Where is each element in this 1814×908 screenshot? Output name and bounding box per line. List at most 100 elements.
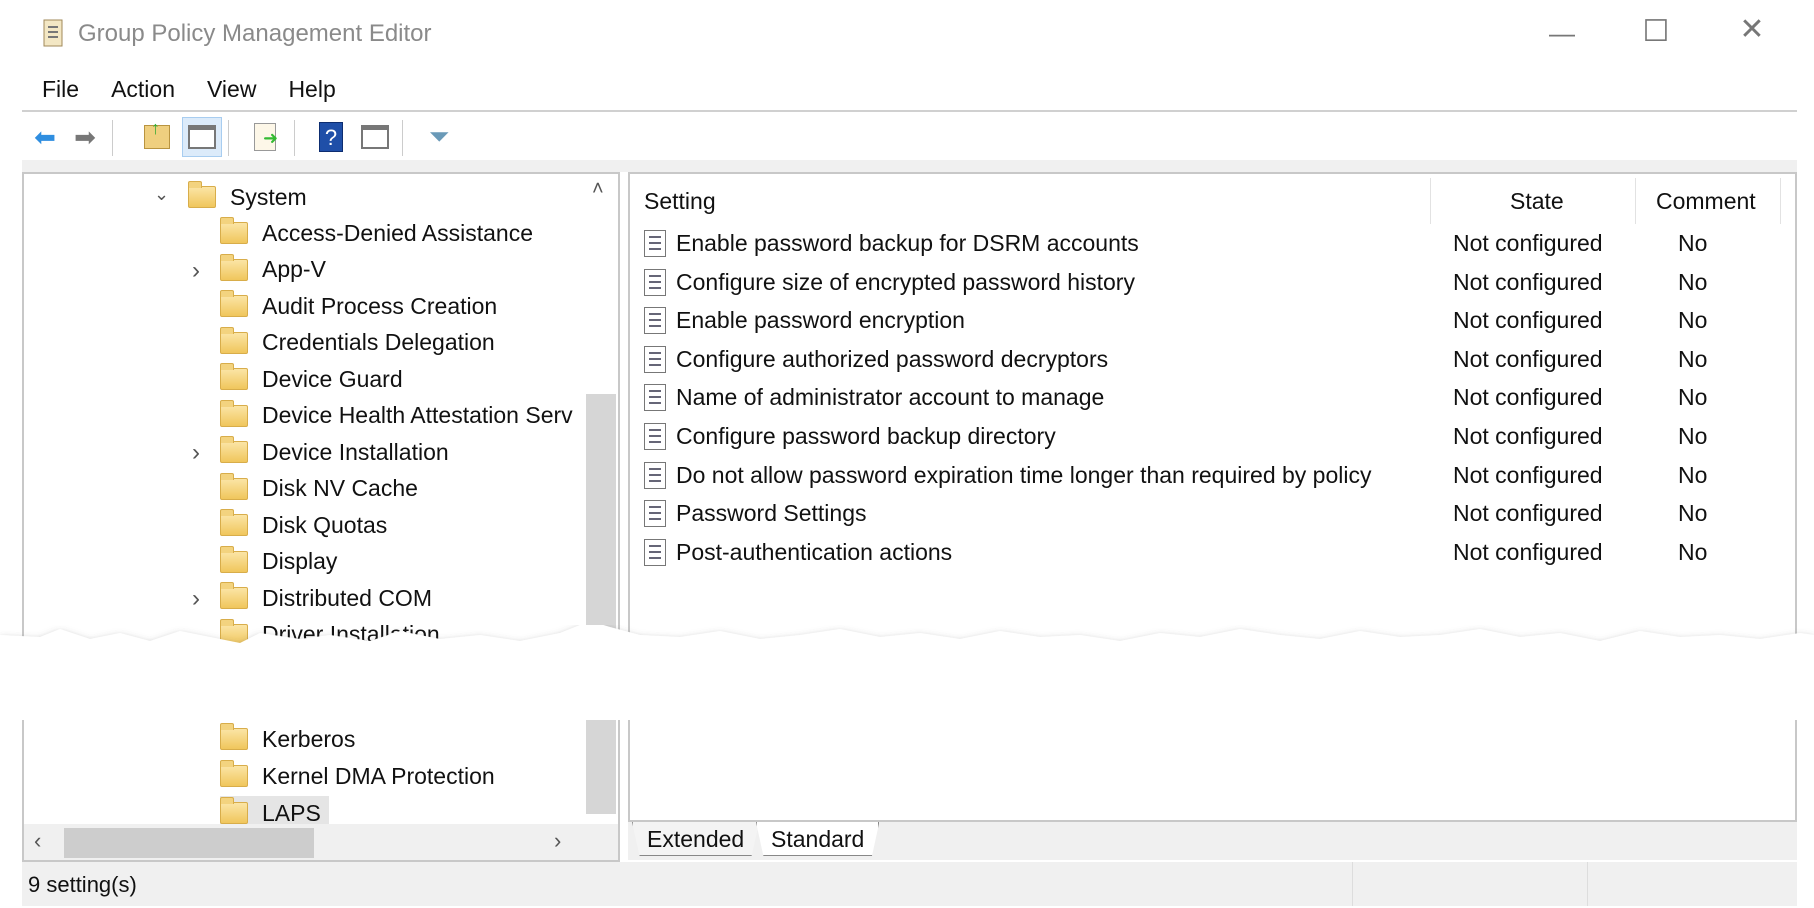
tree-item[interactable]: Access-Denied Assistance (220, 216, 533, 250)
tree-item[interactable]: Audit Process Creation (220, 289, 497, 323)
table-row[interactable]: Do not allow password expiration time lo… (630, 458, 1790, 494)
tree-label: Access-Denied Assistance (262, 219, 534, 246)
forward-icon[interactable]: ➡ (68, 120, 102, 154)
setting-state: Not configured (1453, 230, 1603, 256)
maximize-button[interactable]: ☐ (1636, 14, 1676, 49)
torn-edge-break (0, 625, 1814, 720)
menu-view[interactable]: View (207, 76, 256, 103)
chevron-right-icon[interactable]: › (192, 257, 200, 285)
menu-file[interactable]: File (42, 76, 79, 103)
show-hide-tree-icon[interactable] (182, 117, 222, 157)
policy-setting-icon (644, 461, 666, 489)
tab-standard[interactable]: Standard (756, 822, 880, 856)
up-folder-icon[interactable]: ↑ (140, 118, 174, 154)
table-row[interactable]: Enable password encryption Not configured… (630, 303, 1790, 339)
table-row[interactable]: Configure password backup directory Not c… (630, 419, 1790, 455)
folder-icon (220, 545, 248, 573)
setting-comment: No (1678, 307, 1708, 334)
setting-state: Not configured (1453, 500, 1603, 527)
menu-action[interactable]: Action (111, 76, 175, 103)
chevron-right-icon[interactable]: › (192, 585, 200, 613)
tree-item[interactable]: Device Installation (220, 435, 449, 469)
app-scroll-icon (43, 19, 63, 47)
scroll-up-icon[interactable]: ˄ (592, 178, 604, 201)
folder-icon (220, 326, 248, 354)
setting-comment: No (1678, 268, 1708, 295)
tree-label: Kerberos (262, 725, 356, 752)
menu-help[interactable]: Help (288, 76, 335, 103)
table-row[interactable]: Name of administrator account to manage N… (630, 380, 1790, 416)
tree-item[interactable]: Display (220, 545, 337, 579)
tree-label: Kernel DMA Protection (262, 762, 495, 789)
tree-label: Device Installation (262, 438, 449, 465)
folder-icon (220, 760, 248, 787)
tab-extended[interactable]: Extended (632, 822, 760, 856)
setting-state: Not configured (1453, 461, 1603, 488)
setting-comment: No (1678, 538, 1708, 565)
tree-item[interactable]: App-V (220, 253, 326, 287)
column-header-setting[interactable]: Setting (644, 188, 716, 215)
setting-name: Configure password backup directory (676, 423, 1056, 449)
tree-item[interactable]: Device Health Attestation Serv (220, 399, 573, 433)
tree-item[interactable]: Device Guard (220, 362, 403, 396)
table-row[interactable]: Post-authentication actions Not configure… (630, 535, 1790, 571)
folder-icon (220, 253, 248, 281)
help-icon[interactable]: ? (314, 120, 348, 154)
policy-setting-icon (644, 268, 666, 296)
close-button[interactable]: ✕ (1732, 12, 1772, 47)
setting-state: Not configured (1453, 307, 1603, 334)
back-icon[interactable]: ⬅ (28, 120, 62, 154)
tree-item-system[interactable]: System (188, 180, 307, 214)
policy-setting-icon (644, 500, 666, 528)
table-row[interactable]: Configure authorized password decryptors… (630, 342, 1790, 378)
setting-name: Configure size of encrypted password his… (676, 268, 1135, 295)
minimize-button[interactable]: — (1542, 18, 1582, 49)
settings-list: Setting State Comment Enable password ba… (628, 172, 1797, 822)
folder-icon (188, 181, 216, 208)
scroll-right-icon[interactable]: › (554, 828, 561, 854)
vertical-scroll-thumb[interactable] (586, 394, 616, 814)
chevron-right-icon[interactable]: › (192, 439, 200, 467)
setting-name: Name of administrator account to manage (676, 384, 1105, 411)
chevron-down-icon[interactable]: ⌄ (154, 184, 169, 205)
folder-icon (220, 363, 248, 390)
tree-label: LAPS (262, 799, 321, 826)
setting-state: Not configured (1453, 538, 1603, 565)
column-header-comment[interactable]: Comment (1656, 188, 1756, 215)
setting-comment: No (1678, 423, 1708, 449)
status-text: 9 setting(s) (28, 872, 137, 897)
policy-setting-icon (644, 384, 666, 412)
tree-label: Audit Process Creation (262, 292, 498, 319)
setting-state: Not configured (1453, 384, 1603, 411)
menu-bar: File Action View Help (42, 76, 336, 103)
setting-comment: No (1678, 461, 1708, 488)
folder-icon (220, 217, 248, 244)
policy-setting-icon (644, 230, 666, 257)
folder-icon (220, 797, 248, 824)
table-row[interactable]: Enable password backup for DSRM accounts… (630, 226, 1790, 262)
policy-setting-icon (644, 345, 666, 373)
folder-icon (220, 290, 248, 317)
table-row[interactable]: Configure size of encrypted password his… (630, 265, 1790, 301)
tree-item[interactable]: Kernel DMA Protection (220, 759, 495, 793)
export-list-icon[interactable]: ➜ (248, 120, 282, 154)
tree-label: Device Health Attestation Serv (262, 402, 573, 428)
setting-state: Not configured (1453, 345, 1603, 372)
setting-comment: No (1678, 384, 1708, 411)
tree-item[interactable]: Distributed COM (220, 581, 432, 615)
toolbar-band (22, 160, 1797, 172)
tree-item[interactable]: Disk Quotas (220, 508, 387, 542)
setting-name: Enable password encryption (676, 307, 965, 334)
filter-icon[interactable]: ⏷ (422, 120, 456, 154)
horizontal-scroll-thumb[interactable] (64, 828, 314, 858)
folder-icon (220, 472, 248, 500)
show-action-pane-icon[interactable] (358, 120, 392, 154)
setting-comment: No (1678, 230, 1708, 256)
column-header-state[interactable]: State (1510, 188, 1564, 215)
tree-item[interactable]: Disk NV Cache (220, 472, 418, 506)
scroll-left-icon[interactable]: ‹ (34, 828, 41, 854)
tree-item[interactable]: Kerberos (220, 722, 355, 756)
table-row[interactable]: Password Settings Not configured No (630, 496, 1790, 532)
tree-label: App-V (262, 256, 326, 282)
tree-item[interactable]: Credentials Delegation (220, 326, 495, 360)
